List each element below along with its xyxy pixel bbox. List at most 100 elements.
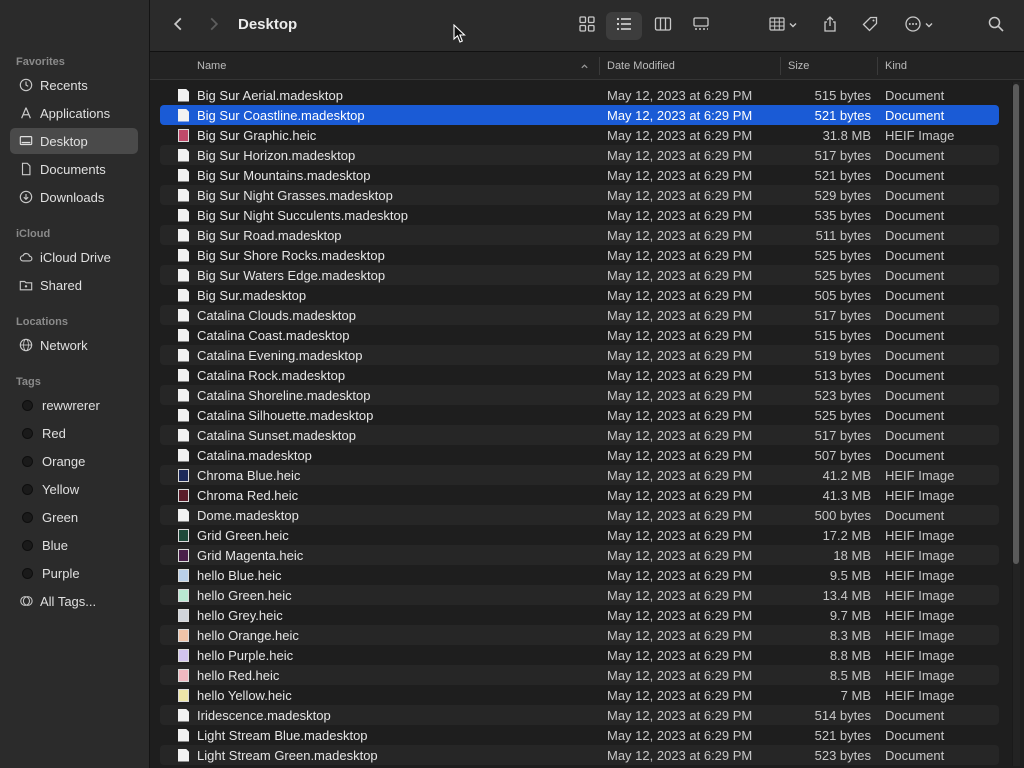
list-view-button[interactable] [606,12,642,40]
sidebar-item-shared[interactable]: Shared [10,272,138,298]
file-row[interactable]: hello Purple.heic May 12, 2023 at 6:29 PM… [160,645,999,665]
file-row[interactable]: Big Sur Waters Edge.madesktop May 12, 202… [160,265,999,285]
window-title: Desktop [238,16,298,33]
sidebar-item-network[interactable]: Network [10,332,138,358]
file-size-cell: 507 bytes [814,447,871,463]
file-date-cell: May 12, 2023 at 6:29 PM [607,267,753,283]
file-row[interactable]: Catalina Shoreline.madesktop May 12, 2023… [160,385,999,405]
column-header-kind[interactable]: Kind [885,52,1005,80]
sidebar-tag-red[interactable]: Red [10,420,138,446]
sidebar-tag-blue[interactable]: Blue [10,532,138,558]
file-kind-cell: Document [885,427,945,443]
column-header-date[interactable]: Date Modified [607,52,777,80]
file-row[interactable]: Big Sur Graphic.heic May 12, 2023 at 6:29… [160,125,999,145]
tag-dot-icon [22,539,33,551]
image-file-icon [178,548,189,562]
file-name: Big Sur Mountains.madesktop [197,167,371,183]
file-date-cell: May 12, 2023 at 6:29 PM [607,227,753,243]
file-kind-cell: Document [885,107,945,123]
file-row[interactable]: Big Sur Aerial.madesktop May 12, 2023 at … [160,85,999,105]
column-divider[interactable] [877,57,878,75]
sidebar-tag-all-tags[interactable]: All Tags... [10,588,138,614]
file-row[interactable]: Catalina Sunset.madesktop May 12, 2023 at… [160,425,999,445]
file-row[interactable]: Chroma Red.heic May 12, 2023 at 6:29 PM 41… [160,485,999,505]
file-date-cell: May 12, 2023 at 6:29 PM [607,647,753,663]
file-row[interactable]: Big Sur Road.madesktop May 12, 2023 at 6:… [160,225,999,245]
file-row[interactable]: Grid Green.heic May 12, 2023 at 6:29 PM 17… [160,525,999,545]
group-by-button[interactable] [762,12,804,40]
file-row[interactable]: hello Blue.heic May 12, 2023 at 6:29 PM 9.… [160,565,999,585]
file-kind-cell: Document [885,167,945,183]
sidebar-item-documents[interactable]: Documents [10,156,138,182]
sidebar-item-applications[interactable]: Applications [10,100,138,126]
column-divider[interactable] [780,57,781,75]
document-file-icon [178,368,189,382]
gallery-view-button[interactable] [686,12,716,40]
share-button[interactable] [816,12,844,40]
file-size-cell: 18 MB [833,547,871,563]
file-row[interactable]: Catalina Coast.madesktop May 12, 2023 at … [160,325,999,345]
document-file-icon [178,148,189,162]
file-row[interactable]: Catalina Rock.madesktop May 12, 2023 at 6… [160,365,999,385]
sidebar-tag-orange[interactable]: Orange [10,448,138,474]
file-row[interactable]: Big Sur Shore Rocks.madesktop May 12, 202… [160,245,999,265]
file-row[interactable]: Big Sur Coastline.madesktop May 12, 2023 … [160,105,999,125]
file-name-cell: Catalina.madesktop [178,445,598,465]
file-date-cell: May 12, 2023 at 6:29 PM [607,467,753,483]
file-size-cell: 515 bytes [814,327,871,343]
scrollbar-thumb[interactable] [1013,84,1019,564]
file-row[interactable]: hello Orange.heic May 12, 2023 at 6:29 PM… [160,625,999,645]
file-kind-cell: Document [885,747,945,763]
file-row[interactable]: Chroma Blue.heic May 12, 2023 at 6:29 PM 4… [160,465,999,485]
file-kind-cell: HEIF Image [885,667,955,683]
column-header: Name Date Modified Size Kind [150,52,1024,80]
sidebar-tag-yellow[interactable]: Yellow [10,476,138,502]
file-date-cell: May 12, 2023 at 6:29 PM [607,587,753,603]
column-header-name[interactable]: Name [197,52,577,80]
file-row[interactable]: Big Sur.madesktop May 12, 2023 at 6:29 PM… [160,285,999,305]
sidebar-item-icloud-drive[interactable]: iCloud Drive [10,244,138,270]
file-date-cell: May 12, 2023 at 6:29 PM [607,107,753,123]
file-size-cell: 521 bytes [814,727,871,743]
column-header-size[interactable]: Size [788,52,868,80]
file-row[interactable]: Big Sur Horizon.madesktop May 12, 2023 at… [160,145,999,165]
column-view-button[interactable] [648,12,678,40]
search-button[interactable] [982,12,1010,40]
file-row[interactable]: hello Red.heic May 12, 2023 at 6:29 PM 8.5… [160,665,999,685]
file-name-cell: Big Sur Road.madesktop [178,225,598,245]
action-menu-button[interactable] [898,12,940,40]
forward-button[interactable] [202,12,226,40]
file-row[interactable]: Big Sur Night Grasses.madesktop May 12, 2… [160,185,999,205]
file-row[interactable]: Catalina Silhouette.madesktop May 12, 202… [160,405,999,425]
file-row[interactable]: Catalina.madesktop May 12, 2023 at 6:29 P… [160,445,999,465]
tag-button[interactable] [856,12,884,40]
file-kind-cell: Document [885,727,945,743]
sidebar-tag-purple[interactable]: Purple [10,560,138,586]
column-divider[interactable] [599,57,600,75]
file-row[interactable]: hello Green.heic May 12, 2023 at 6:29 PM 1… [160,585,999,605]
back-button[interactable] [166,12,190,40]
icon-view-button[interactable] [572,12,602,40]
sidebar-tag-rewwrerer[interactable]: rewwrerer [10,392,138,418]
file-kind-cell: HEIF Image [885,467,955,483]
file-row[interactable]: Big Sur Night Succulents.madesktop May 12… [160,205,999,225]
file-row[interactable]: Catalina Evening.madesktop May 12, 2023 a… [160,345,999,365]
file-row[interactable]: Light Stream Green.madesktop May 12, 2023… [160,745,999,765]
file-row[interactable]: hello Yellow.heic May 12, 2023 at 6:29 PM… [160,685,999,705]
file-row[interactable]: Big Sur Mountains.madesktop May 12, 2023 … [160,165,999,185]
gallery-icon [692,15,710,38]
sidebar-item-desktop[interactable]: Desktop [10,128,138,154]
file-name: Big Sur Graphic.heic [197,127,317,143]
file-row[interactable]: hello Grey.heic May 12, 2023 at 6:29 PM 9.… [160,605,999,625]
document-file-icon [178,348,189,362]
sidebar-tag-green[interactable]: Green [10,504,138,530]
file-row[interactable]: Grid Magenta.heic May 12, 2023 at 6:29 PM… [160,545,999,565]
file-size-cell: 517 bytes [814,147,871,163]
sidebar-item-recents[interactable]: Recents [10,72,138,98]
list-icon [615,15,633,38]
file-row[interactable]: Catalina Clouds.madesktop May 12, 2023 at… [160,305,999,325]
file-row[interactable]: Dome.madesktop May 12, 2023 at 6:29 PM 500… [160,505,999,525]
file-row[interactable]: Light Stream Blue.madesktop May 12, 2023 … [160,725,999,745]
sidebar-item-downloads[interactable]: Downloads [10,184,138,210]
file-row[interactable]: Iridescence.madesktop May 12, 2023 at 6:2… [160,705,999,725]
